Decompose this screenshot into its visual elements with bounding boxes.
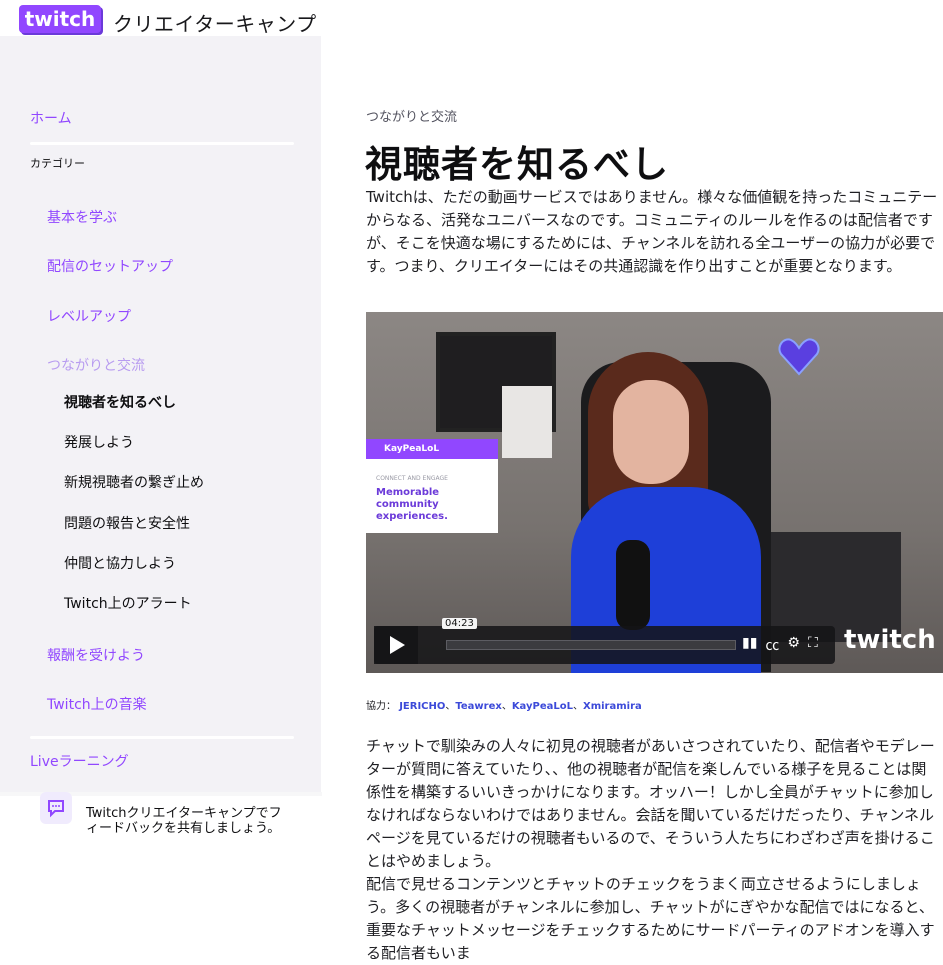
twitch-watermark: twitch — [844, 625, 936, 655]
intro-paragraph: Twitchは、ただの動画サービスではありません。様々な価値観を持ったコミュニテ… — [366, 188, 938, 275]
card-headline: Memorable community experiences. — [376, 487, 448, 522]
control-icons: ▮▮ ㏄ ⚙ ⛶ — [742, 635, 818, 655]
credit-link[interactable]: Teawrex — [455, 701, 501, 712]
sidebar-panel — [0, 36, 322, 792]
credit-link[interactable]: Xmiramira — [583, 701, 642, 712]
sidebar-divider — [30, 142, 294, 145]
credits-label: 協力： — [366, 701, 396, 712]
twitch-logo[interactable]: twitch — [18, 4, 106, 38]
header-title: クリエイターキャンプ — [113, 12, 317, 36]
video-overlay-card: KayPeaLoL CONNECT AND ENGAGE Memorable c… — [366, 439, 498, 533]
volume-icon[interactable]: ▮▮ — [742, 635, 757, 655]
play-button[interactable] — [374, 626, 418, 664]
credit-link[interactable]: JERICHO — [399, 701, 445, 712]
breadcrumb[interactable]: つながりと交流 — [366, 106, 457, 125]
top-header: twitch クリエイターキャンプ — [0, 0, 943, 40]
sidebar-item-setup[interactable]: 配信のセットアップ — [47, 256, 173, 276]
gear-icon[interactable]: ⚙ — [787, 635, 800, 655]
sidebar-item-music[interactable]: Twitch上の音楽 — [47, 694, 147, 714]
page-title: 視聴者を知るべし — [365, 143, 669, 186]
video-poster — [502, 386, 552, 458]
card-channel-name: KayPeaLoL — [366, 439, 498, 459]
sidebar-subitem-collaborate[interactable]: 仲間と協力しよう — [64, 553, 176, 573]
sidebar-item-home[interactable]: ホーム — [30, 108, 72, 128]
body-paragraph-3: 配信で見せるコンテンツとチャットのチェックをうまく両立させるようにしましょう。多… — [366, 875, 935, 962]
sidebar-subitem-know-audience[interactable]: 視聴者を知るべし — [64, 392, 176, 412]
fullscreen-icon[interactable]: ⛶ — [808, 635, 818, 655]
logo-text: twitch — [25, 7, 96, 31]
sidebar-item-rewards[interactable]: 報酬を受けよう — [47, 645, 145, 665]
body-paragraph-2: チャットで馴染みの人々に初見の視聴者があいさつされていたり、配信者やモデレーター… — [366, 737, 935, 870]
sidebar-item-level-up[interactable]: レベルアップ — [47, 306, 131, 326]
sidebar-subitem-alerts[interactable]: Twitch上のアラート — [64, 593, 192, 613]
credit-link[interactable]: KayPeaLoL — [512, 701, 573, 712]
sidebar-divider — [30, 736, 294, 739]
video-microphone — [616, 540, 650, 630]
video-player[interactable]: KayPeaLoL CONNECT AND ENGAGE Memorable c… — [366, 312, 943, 673]
sidebar-subitem-grow[interactable]: 発展しよう — [64, 432, 134, 452]
feedback-link[interactable]: Twitchクリエイターキャンプでフィードバックを共有しましょう。 — [86, 806, 291, 836]
video-person-face — [613, 380, 689, 484]
progress-bar[interactable] — [446, 640, 736, 650]
sidebar-subitem-safety[interactable]: 問題の報告と安全性 — [64, 513, 190, 533]
card-subtitle: CONNECT AND ENGAGE — [376, 475, 448, 482]
sidebar-item-basics[interactable]: 基本を学ぶ — [47, 207, 117, 227]
sidebar-subitem-retain[interactable]: 新規視聴者の繋ぎ止め — [64, 472, 204, 492]
sidebar-item-live-learning[interactable]: Liveラーニング — [30, 751, 129, 771]
sidebar-item-connect[interactable]: つながりと交流 — [47, 355, 145, 375]
video-controls: 04:23 ▮▮ ㏄ ⚙ ⛶ — [374, 618, 835, 664]
captions-icon[interactable]: ㏄ — [765, 635, 779, 655]
credits-line: 協力： JERICHO、Teawrex、KayPeaLoL、Xmiramira — [366, 701, 642, 712]
heart-icon — [778, 338, 820, 376]
category-label: カテゴリー — [30, 157, 85, 170]
chat-bubble-icon[interactable] — [40, 792, 72, 824]
time-tooltip: 04:23 — [442, 618, 477, 629]
